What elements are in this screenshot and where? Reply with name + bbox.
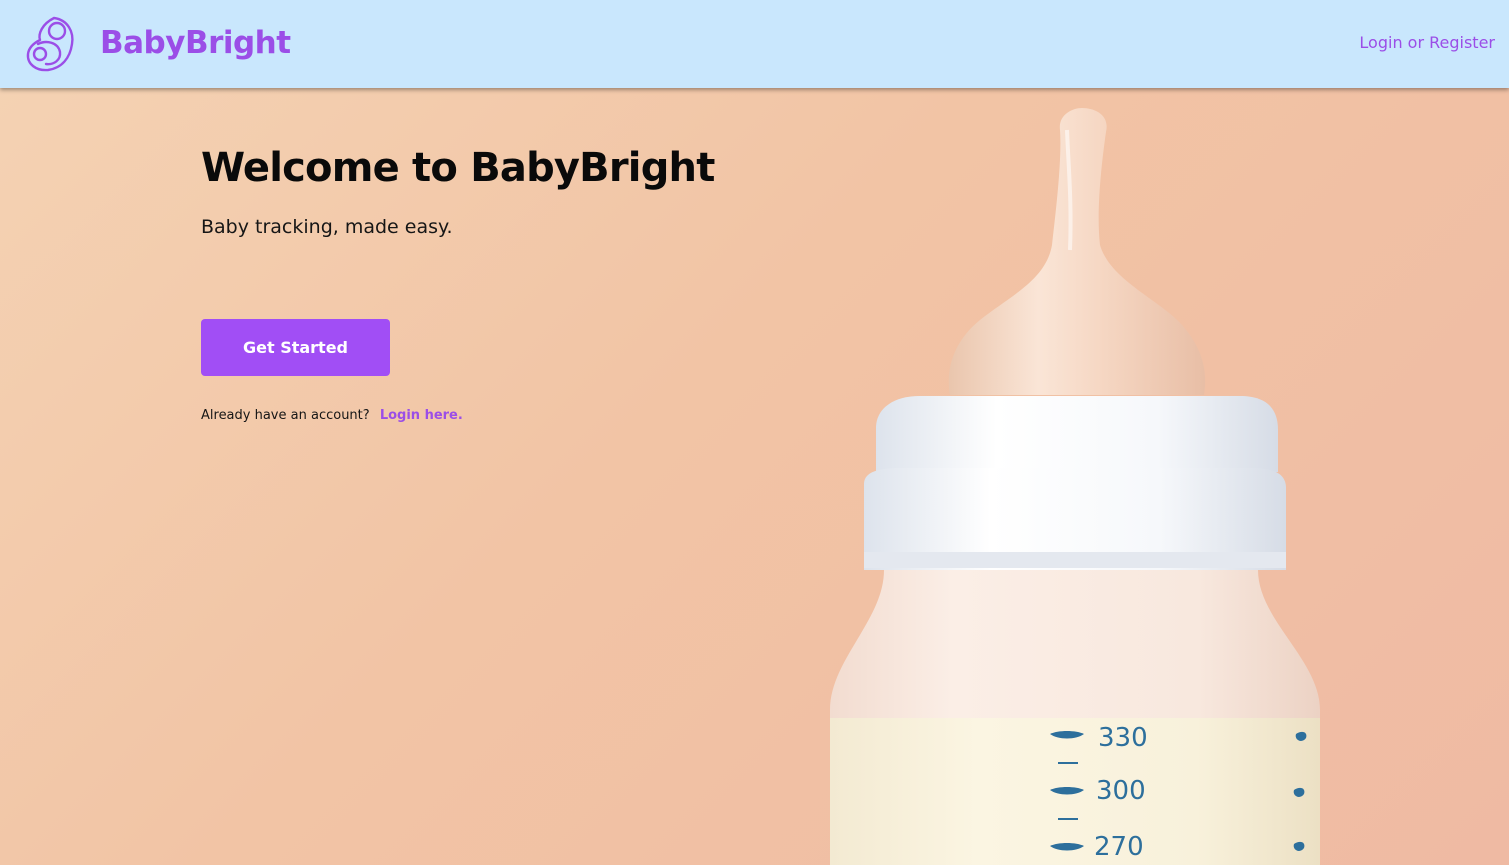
mother-baby-icon[interactable] [24, 14, 76, 74]
marking-270: 270 [1094, 832, 1144, 862]
hero-section: Welcome to BabyBright Baby tracking, mad… [201, 142, 715, 425]
landing-page: BabyBright Login or Register 330 300 270… [0, 0, 1509, 865]
login-register-link[interactable]: Login or Register [1359, 32, 1495, 54]
account-prompt-row: Already have an account? Login here. [201, 407, 715, 425]
baby-bottle-image: 330 300 270 [830, 108, 1320, 865]
brand-name[interactable]: BabyBright [100, 22, 291, 64]
account-prompt-text: Already have an account? [201, 408, 370, 423]
hero-subtitle: Baby tracking, made easy. [201, 216, 453, 238]
marking-330: 330 [1098, 723, 1148, 753]
login-here-link[interactable]: Login here. [380, 408, 463, 423]
get-started-button[interactable]: Get Started [201, 319, 390, 376]
top-nav-bar: BabyBright Login or Register [0, 0, 1509, 88]
marking-300: 300 [1096, 776, 1146, 806]
hero-title: Welcome to BabyBright [201, 145, 715, 191]
